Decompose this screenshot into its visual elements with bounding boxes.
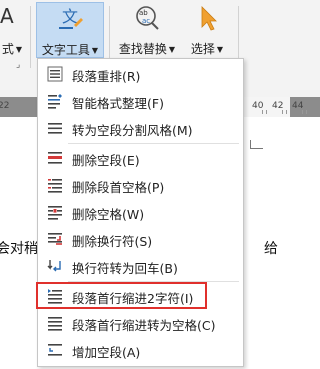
- delete-empty-paragraph-icon: [48, 152, 62, 164]
- menu-item-label: 增加空段(A): [72, 345, 141, 360]
- menu-item-label: 删除段首空格(P): [72, 180, 165, 195]
- menu-item-label: 转为空段分割风格(M): [72, 123, 193, 138]
- delete-leading-space-icon: [48, 179, 62, 193]
- select-button[interactable]: 选择 ▼: [183, 2, 231, 58]
- select-label: 选择: [190, 42, 215, 56]
- chevron-down-icon: ▼: [168, 45, 176, 54]
- highlight-box: [36, 282, 207, 309]
- menu-item-indent-to-space[interactable]: 段落首行缩进转为空格(C): [38, 310, 243, 336]
- text-tools-dropdown-menu: 段落重排(R) 智能格式整理(F) 转为空段分割风格(M) 删除空段(E) 删除…: [37, 58, 244, 367]
- ruler-tick: [302, 110, 303, 114]
- menu-item-delete-empty-paragraph[interactable]: 删除空段(E): [38, 145, 243, 171]
- menu-item-delete-line-break[interactable]: 删除换行符(S): [38, 226, 243, 252]
- svg-text:文: 文: [62, 7, 78, 26]
- delete-line-break-icon: [48, 233, 62, 245]
- find-replace-label: 查找替换: [118, 42, 167, 56]
- svg-text:ac: ac: [142, 17, 150, 25]
- text-tools-icon: 文: [59, 7, 83, 29]
- menu-item-label: 段落首行缩进转为空格(C): [72, 318, 216, 333]
- indent-to-space-icon: [48, 317, 62, 331]
- ruler-tick: [306, 110, 307, 114]
- delete-space-icon: [48, 206, 62, 220]
- menu-separator: [68, 143, 239, 144]
- ribbon-separator: [30, 6, 31, 68]
- menu-item-add-empty-paragraph[interactable]: 增加空段(A): [38, 337, 243, 363]
- ruler-number: 22: [0, 101, 10, 111]
- menu-item-delete-space[interactable]: 删除空格(W): [38, 199, 243, 225]
- line-break-to-enter-icon: [47, 260, 61, 272]
- select-cursor-icon: [201, 6, 217, 31]
- chevron-down-icon: ▼: [15, 45, 22, 54]
- text-tools-label: 文字工具: [41, 43, 90, 57]
- svg-text:ab: ab: [139, 9, 148, 17]
- dialog-launcher-icon[interactable]: ⌟: [16, 60, 20, 70]
- menu-item-empty-paragraph-split[interactable]: 转为空段分割风格(M): [38, 115, 243, 141]
- paragraph-rearrange-icon: [47, 66, 63, 82]
- find-replace-button[interactable]: ab ac 查找替换 ▼: [114, 2, 180, 58]
- menu-item-smart-format[interactable]: 智能格式整理(F): [38, 88, 243, 114]
- paragraph-end-mark: [250, 140, 263, 149]
- ruler-tick: [262, 110, 263, 114]
- smart-format-icon: [48, 94, 62, 109]
- menu-item-paragraph-rearrange[interactable]: 段落重排(R): [38, 61, 243, 87]
- font-style-glyph: A: [0, 4, 14, 28]
- font-style-button[interactable]: A 式 ▼: [0, 2, 24, 58]
- menu-item-label: 智能格式整理(F): [72, 96, 164, 111]
- find-replace-icon: ab ac: [136, 6, 159, 30]
- menu-item-label: 删除换行符(S): [72, 234, 153, 249]
- menu-item-line-break-to-enter[interactable]: 换行符转为回车(B): [38, 253, 243, 279]
- ruler-tick: [282, 110, 283, 114]
- chevron-down-icon: ▼: [216, 45, 224, 54]
- font-style-label: 式: [1, 42, 14, 56]
- empty-paragraph-split-icon: [48, 123, 62, 134]
- add-empty-paragraph-icon: [48, 344, 62, 356]
- document-text-right: 给: [264, 241, 278, 257]
- menu-item-label: 换行符转为回车(B): [72, 261, 178, 276]
- menu-item-label: 段落重排(R): [72, 69, 141, 84]
- menu-item-label: 删除空段(E): [72, 153, 140, 168]
- chevron-down-icon: ▼: [91, 46, 99, 55]
- text-tools-button[interactable]: 文 文字工具 ▼: [36, 2, 104, 58]
- document-text-left: 会对稍: [0, 241, 38, 257]
- ruler-tick: [266, 110, 267, 114]
- menu-item-delete-leading-space[interactable]: 删除段首空格(P): [38, 172, 243, 198]
- ruler-tick: [286, 110, 287, 114]
- menu-item-label: 删除空格(W): [72, 207, 145, 222]
